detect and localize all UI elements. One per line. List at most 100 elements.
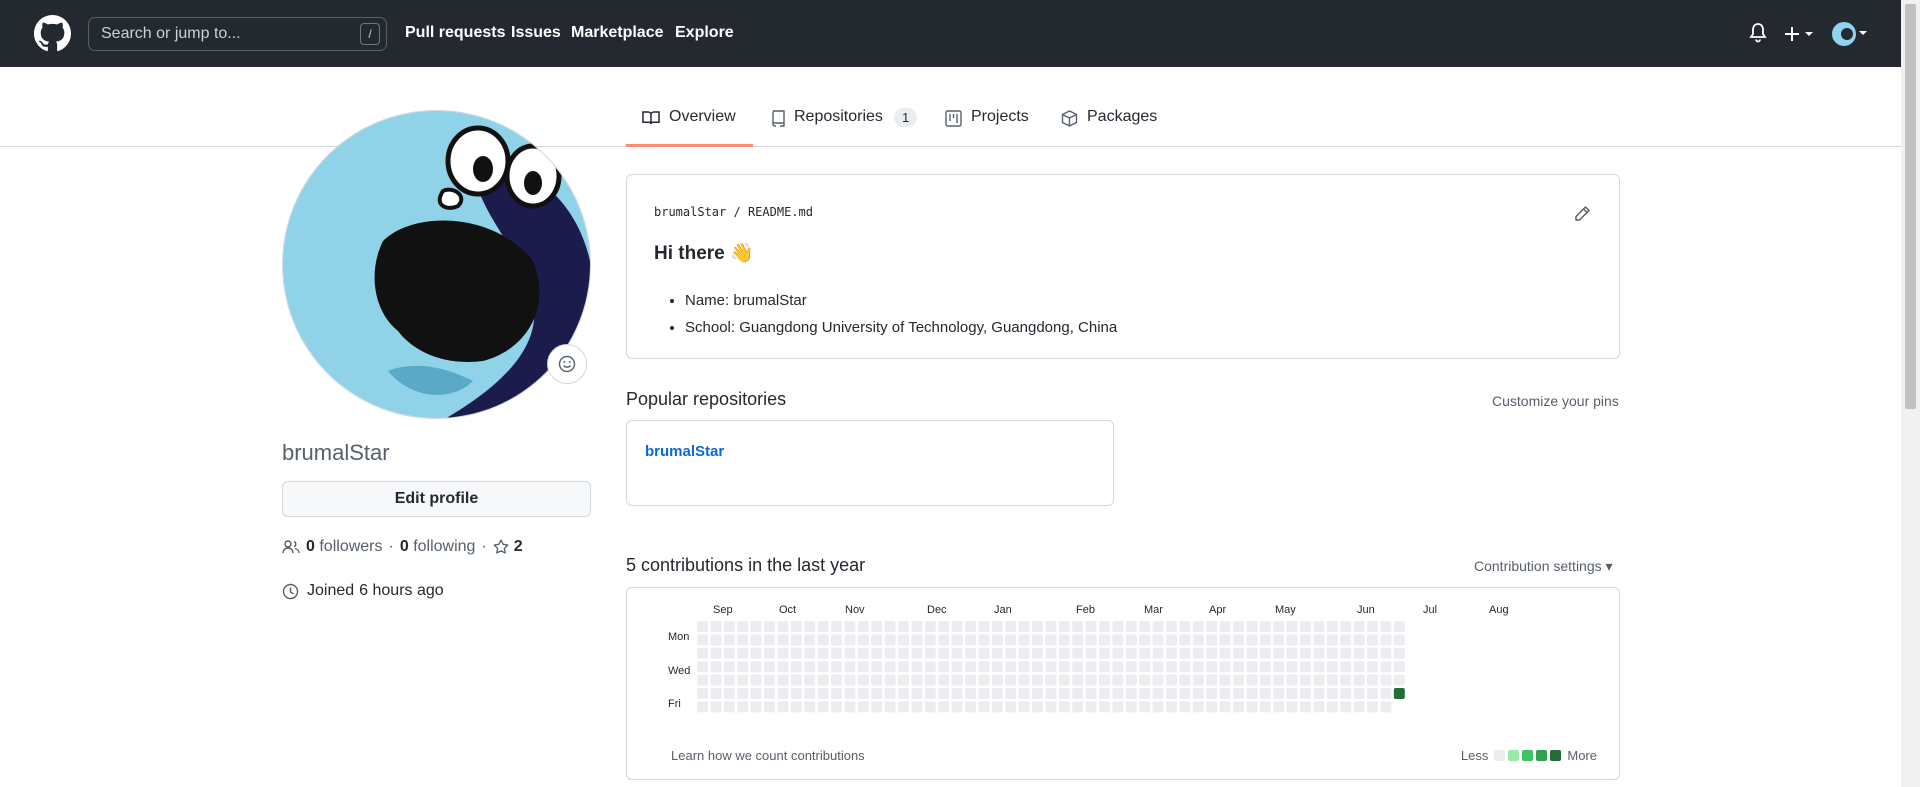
contribution-day[interactable] [1393, 634, 1405, 646]
contribution-day[interactable] [884, 634, 896, 646]
contribution-day[interactable] [965, 661, 976, 673]
contribution-day[interactable] [750, 688, 762, 699]
contribution-day[interactable] [1058, 634, 1070, 646]
contribution-day[interactable] [1313, 688, 1325, 699]
contribution-day[interactable] [1099, 674, 1110, 686]
profile-avatar[interactable] [282, 110, 591, 419]
contribution-day[interactable] [1233, 647, 1244, 659]
contribution-day[interactable] [1112, 701, 1124, 713]
contribution-day[interactable] [991, 634, 1003, 646]
contribution-day[interactable] [1166, 647, 1177, 659]
contribution-day[interactable] [1152, 661, 1164, 673]
contribution-day[interactable] [1219, 688, 1231, 699]
contribution-day[interactable] [1313, 634, 1325, 646]
contribution-day[interactable] [1045, 647, 1057, 659]
contribution-day[interactable] [911, 661, 923, 673]
contribution-day[interactable] [1112, 688, 1124, 699]
contribution-day[interactable] [978, 661, 990, 673]
contribution-day[interactable] [978, 647, 990, 659]
contribution-day[interactable] [884, 661, 896, 673]
contribution-day[interactable] [750, 634, 762, 646]
contribution-day[interactable] [750, 701, 762, 713]
contribution-day[interactable] [1192, 661, 1204, 673]
contribution-day[interactable] [871, 647, 883, 659]
contribution-day[interactable] [1340, 674, 1352, 686]
contribution-day[interactable] [723, 634, 735, 646]
contribution-day[interactable] [1152, 688, 1164, 699]
contribution-day[interactable] [1112, 647, 1124, 659]
nav-issues[interactable]: Issues [511, 24, 561, 42]
contribution-day[interactable] [1179, 647, 1191, 659]
contribution-day[interactable] [1085, 661, 1097, 673]
contribution-day[interactable] [1273, 674, 1285, 686]
contribution-day[interactable] [831, 634, 842, 646]
contribution-day[interactable] [737, 647, 749, 659]
contribution-day[interactable] [978, 701, 990, 713]
contribution-day[interactable] [777, 688, 789, 699]
contribution-day[interactable] [871, 701, 883, 713]
contribution-day[interactable] [1340, 661, 1352, 673]
contribution-day[interactable] [1112, 621, 1124, 632]
contribution-day[interactable] [831, 661, 842, 673]
contribution-day[interactable] [1139, 647, 1151, 659]
tab-repositories[interactable]: Repositories 1 [771, 108, 918, 146]
contribution-day[interactable] [898, 661, 909, 673]
contribution-day[interactable] [790, 661, 802, 673]
contribution-day[interactable] [911, 621, 923, 632]
contribution-day[interactable] [1152, 621, 1164, 632]
contribution-day[interactable] [1179, 634, 1191, 646]
contribution-day[interactable] [965, 647, 976, 659]
contribution-day[interactable] [1286, 621, 1298, 632]
contribution-day[interactable] [737, 634, 749, 646]
contribution-day[interactable] [1152, 634, 1164, 646]
github-logo-icon[interactable] [34, 15, 71, 52]
contribution-day[interactable] [777, 634, 789, 646]
contribution-day[interactable] [938, 701, 950, 713]
contribution-day[interactable] [804, 688, 816, 699]
contribution-day[interactable] [710, 647, 722, 659]
contribution-day[interactable] [991, 621, 1003, 632]
contribution-day[interactable] [857, 647, 869, 659]
contribution-day[interactable] [817, 634, 829, 646]
contribution-day[interactable] [991, 661, 1003, 673]
contribution-day[interactable] [911, 634, 923, 646]
contribution-day[interactable] [1072, 674, 1084, 686]
contribution-day[interactable] [991, 688, 1003, 699]
contribution-day[interactable] [1058, 701, 1070, 713]
contribution-day[interactable] [924, 621, 936, 632]
contribution-day[interactable] [1353, 674, 1365, 686]
contribution-day[interactable] [1018, 661, 1030, 673]
contribution-day[interactable] [1112, 674, 1124, 686]
contribution-day[interactable] [1192, 701, 1204, 713]
contribution-day[interactable] [1246, 634, 1258, 646]
contribution-day[interactable] [951, 661, 963, 673]
contribution-day[interactable] [697, 688, 708, 699]
contribution-day[interactable] [1085, 647, 1097, 659]
contribution-day[interactable] [1192, 674, 1204, 686]
contribution-day[interactable] [938, 634, 950, 646]
contribution-day[interactable] [1273, 701, 1285, 713]
contribution-day[interactable] [911, 647, 923, 659]
contribution-day[interactable] [1286, 634, 1298, 646]
contribution-day[interactable] [1166, 701, 1177, 713]
contribution-day[interactable] [831, 701, 842, 713]
contribution-day[interactable] [1259, 634, 1271, 646]
plus-dropdown-icon[interactable] [1784, 25, 1816, 43]
contribution-day[interactable] [951, 634, 963, 646]
contribution-day[interactable] [804, 661, 816, 673]
contribution-day[interactable] [1099, 688, 1110, 699]
contribution-day[interactable] [938, 688, 950, 699]
contribution-day[interactable] [1300, 674, 1311, 686]
contribution-day[interactable] [723, 701, 735, 713]
contribution-day[interactable] [1367, 701, 1378, 713]
contribution-day[interactable] [938, 661, 950, 673]
contribution-day[interactable] [1219, 661, 1231, 673]
contribution-day[interactable] [790, 688, 802, 699]
contribution-day[interactable] [1353, 647, 1365, 659]
contribution-day[interactable] [911, 674, 923, 686]
contribution-day[interactable] [898, 674, 909, 686]
contribution-day[interactable] [1246, 621, 1258, 632]
pencil-icon[interactable] [1573, 205, 1591, 223]
contribution-day[interactable] [1005, 647, 1017, 659]
contribution-day[interactable] [857, 701, 869, 713]
